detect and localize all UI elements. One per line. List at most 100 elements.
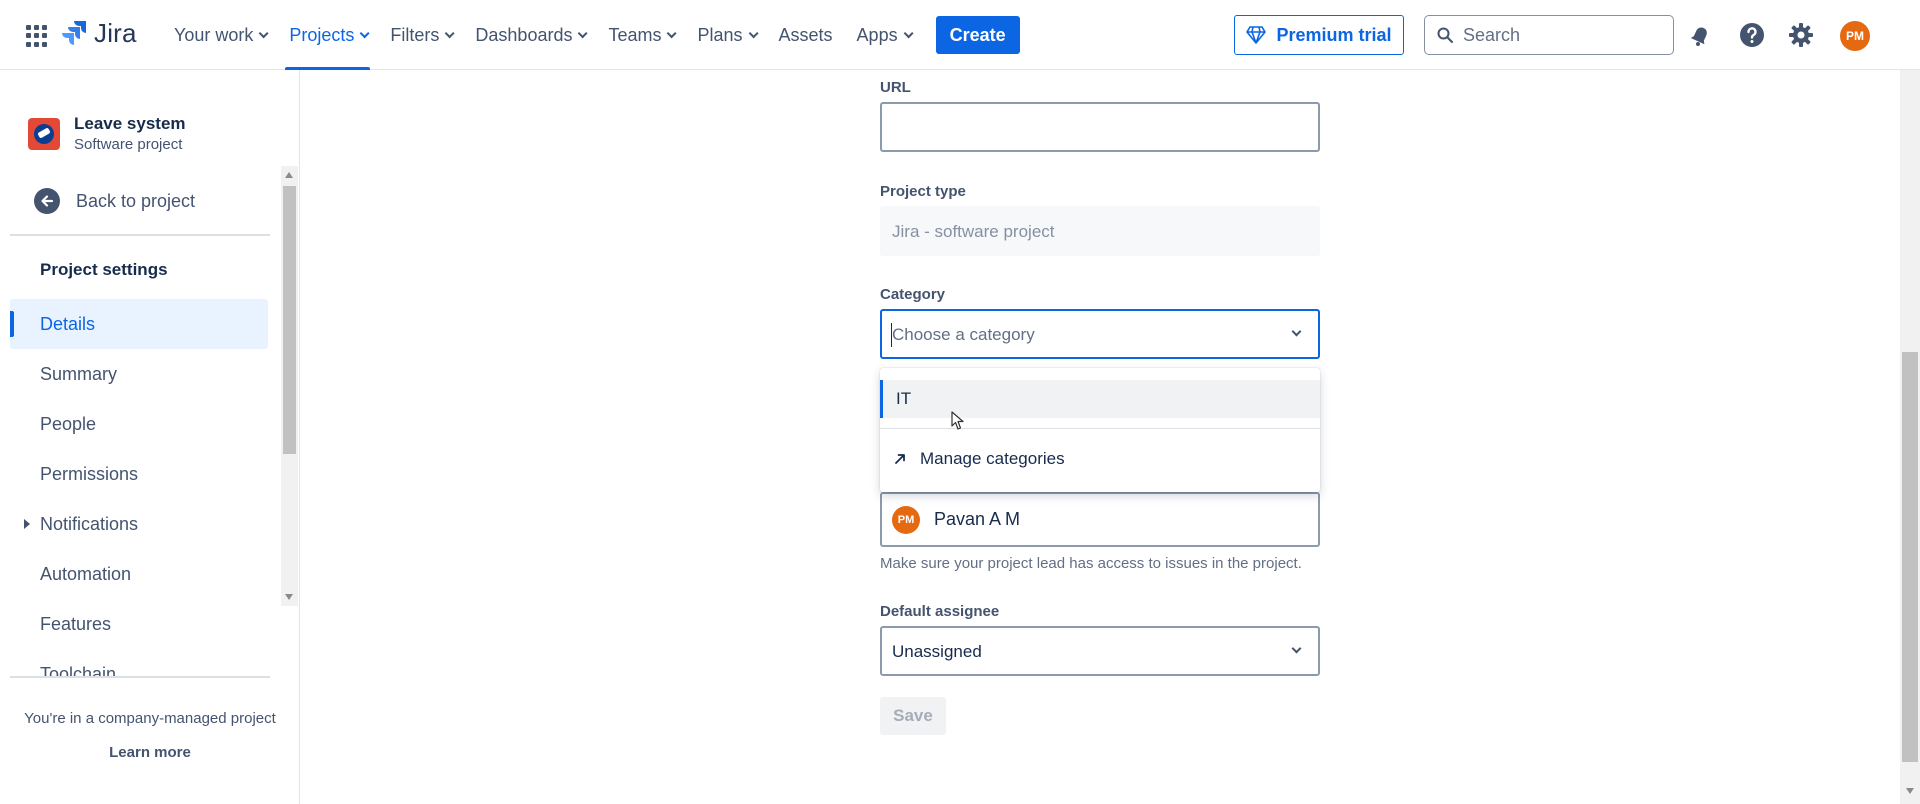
chevron-down-icon: [903, 27, 914, 38]
sidebar-item-people[interactable]: People: [10, 399, 268, 449]
jira-logo-icon: [62, 20, 86, 45]
notifications-icon[interactable]: [1686, 20, 1716, 50]
sidebar-item-permissions[interactable]: Permissions: [10, 449, 268, 499]
premium-trial-label: Premium trial: [1276, 24, 1392, 45]
chevron-down-icon: [667, 27, 678, 38]
category-placeholder: Choose a category: [892, 325, 1035, 344]
lead-helper-text: Make sure your project lead has access t…: [880, 555, 1302, 572]
search-input[interactable]: [1463, 24, 1653, 46]
sidebar-scroll-area: Project settings Details Summary People Per…: [0, 236, 300, 676]
nav-item-filters[interactable]: Filters: [378, 0, 463, 70]
arrow-left-icon: [34, 188, 60, 214]
sidebar-item-label: Notifications: [40, 513, 139, 534]
nav-item-label: Filters: [390, 24, 440, 45]
chevron-down-icon: [748, 27, 759, 38]
project-type: Software project: [74, 136, 183, 153]
project-name: Leave system: [74, 114, 186, 133]
nav-item-projects[interactable]: Projects: [277, 0, 378, 70]
category-option-it[interactable]: IT: [880, 380, 1320, 418]
lead-avatar: PM: [892, 506, 920, 534]
scroll-up-arrow-icon[interactable]: [285, 172, 293, 178]
url-input[interactable]: [882, 104, 1318, 150]
search-box[interactable]: [1424, 15, 1674, 55]
default-assignee-select[interactable]: Unassigned: [880, 626, 1320, 676]
url-label: URL: [880, 79, 911, 96]
default-assignee-label: Default assignee: [880, 603, 1000, 620]
chevron-down-icon: [1291, 326, 1302, 337]
nav-item-label: Dashboards: [475, 24, 573, 45]
sidebar-divider: [10, 676, 270, 678]
back-to-project-link[interactable]: Back to project: [34, 188, 195, 214]
nav-item-label: Assets: [778, 24, 833, 45]
nav-item-apps[interactable]: Apps: [845, 0, 922, 70]
nav-items: Your work Projects Filters Dashboards Teams P…: [162, 0, 1020, 70]
project-header: Leave system Software project: [28, 114, 186, 153]
url-field-wrapper: [880, 102, 1320, 152]
sidebar-item-label: Automation: [40, 563, 132, 584]
chevron-right-icon[interactable]: [24, 519, 30, 529]
category-dropdown-menu: IT Manage categories: [880, 368, 1320, 492]
page-scrollbar-thumb[interactable]: [1902, 352, 1918, 762]
back-to-project-label: Back to project: [76, 190, 196, 211]
learn-more-link[interactable]: Learn more: [0, 744, 300, 761]
sidebar-item-features[interactable]: Features: [10, 599, 268, 649]
diamond-icon: [1246, 26, 1267, 44]
category-label: Category: [880, 286, 946, 303]
sidebar-item-label: Features: [40, 613, 112, 634]
project-type-value: Jira - software project: [892, 222, 1055, 241]
help-icon[interactable]: [1737, 20, 1767, 50]
nav-item-label: Teams: [608, 24, 662, 45]
chevron-down-icon: [445, 27, 455, 38]
app-switcher-icon[interactable]: [26, 25, 48, 47]
logo-text: Jira: [94, 18, 137, 48]
sidebar-item-summary[interactable]: Summary: [10, 349, 268, 399]
project-type-field: Jira - software project: [880, 206, 1320, 256]
external-link-arrow-icon: [895, 454, 905, 464]
sidebar-item-label: Details: [40, 313, 96, 334]
nav-item-teams[interactable]: Teams: [596, 0, 685, 70]
sidebar-item-label: Toolchain: [40, 663, 117, 677]
nav-item-your-work[interactable]: Your work: [162, 0, 277, 70]
nav-item-label: Projects: [289, 24, 355, 45]
nav-item-label: Plans: [697, 24, 743, 45]
settings-gear-icon[interactable]: [1786, 20, 1816, 50]
nav-item-label: Apps: [856, 24, 898, 45]
create-button[interactable]: Create: [935, 16, 1020, 54]
nav-item-label: Your work: [174, 24, 254, 45]
premium-trial-button[interactable]: Premium trial: [1234, 15, 1404, 55]
sidebar-item-toolchain[interactable]: Toolchain: [10, 649, 268, 677]
save-button[interactable]: Save: [880, 697, 946, 735]
nav-item-assets[interactable]: Assets: [767, 0, 845, 70]
sidebar-item-notifications[interactable]: Notifications: [10, 499, 268, 549]
sidebar-item-details[interactable]: Details: [10, 299, 268, 349]
lead-name: Pavan A M: [934, 509, 1021, 529]
search-icon: [1437, 27, 1453, 43]
project-avatar-icon: [28, 117, 60, 150]
user-avatar[interactable]: PM: [1840, 21, 1870, 51]
nav-item-dashboards[interactable]: Dashboards: [463, 0, 596, 70]
sidebar-item-automation[interactable]: Automation: [10, 549, 268, 599]
mouse-cursor-icon: [951, 411, 964, 430]
chevron-down-icon: [1291, 643, 1302, 654]
default-assignee-value: Unassigned: [892, 642, 982, 661]
page-scroll-down-arrow-icon[interactable]: [1906, 788, 1914, 794]
scroll-down-arrow-icon[interactable]: [285, 594, 293, 600]
project-lead-field[interactable]: PM Pavan A M: [880, 492, 1320, 547]
top-navigation: Jira Your work Projects Filters Dashboards T…: [0, 0, 1920, 70]
nav-item-plans[interactable]: Plans: [685, 0, 766, 70]
manage-categories-option[interactable]: Manage categories: [880, 436, 1320, 482]
project-type-label: Project type: [880, 183, 966, 200]
section-title: Project settings: [40, 260, 168, 279]
jira-logo[interactable]: Jira: [62, 18, 137, 49]
company-managed-note: You're in a company-managed project: [24, 710, 276, 727]
sidebar-scrollbar-thumb[interactable]: [283, 186, 296, 454]
sidebar-item-label: Permissions: [40, 463, 139, 484]
category-select[interactable]: Choose a category: [880, 309, 1320, 359]
sidebar: Leave system Software project Back to pr…: [0, 70, 300, 804]
chevron-down-icon: [259, 27, 269, 38]
chevron-down-icon: [360, 27, 370, 38]
chevron-down-icon: [578, 27, 589, 38]
manage-categories-label: Manage categories: [920, 449, 1065, 468]
menu-divider: [880, 428, 1320, 429]
sidebar-item-label: People: [40, 413, 97, 434]
